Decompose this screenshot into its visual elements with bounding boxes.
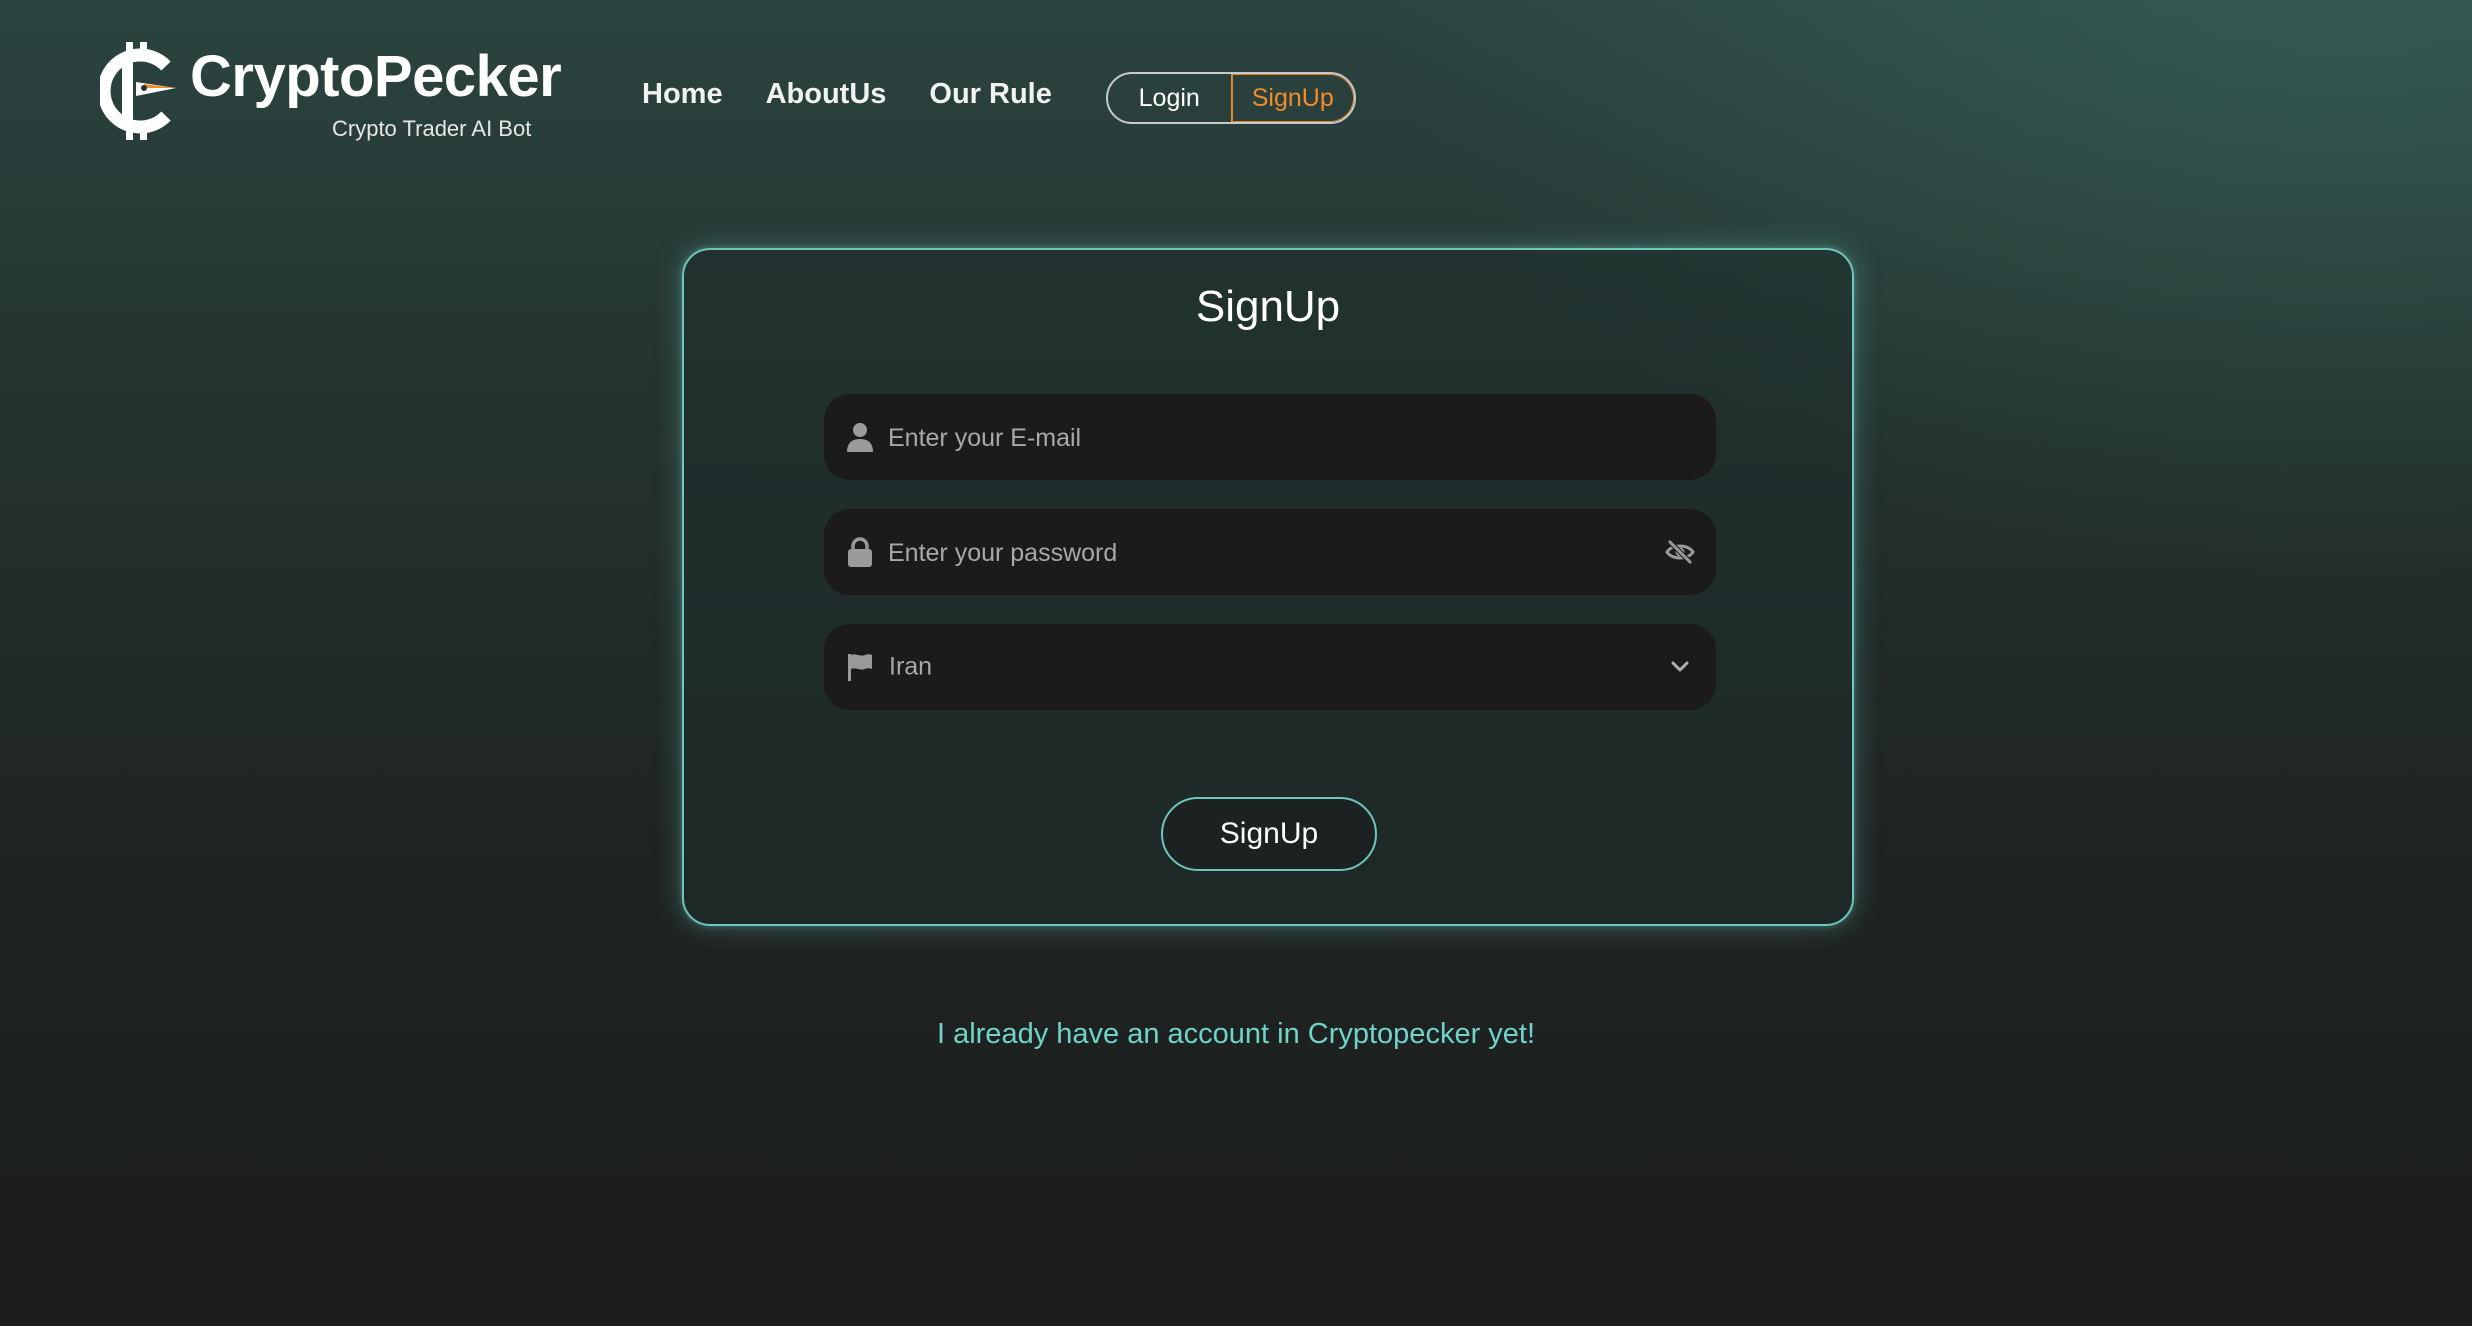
nav-item-our-rule[interactable]: Our Rule [929,78,1051,111]
signup-card: SignUp Iran SignUp [682,248,1854,926]
brand-tagline: Crypto Trader AI Bot [332,116,532,141]
nav-item-aboutus[interactable]: AboutUs [766,78,887,111]
password-field[interactable] [824,509,1716,597]
country-select[interactable]: Iran [824,624,1716,710]
flag-icon [848,654,872,681]
country-selected-value: Iran [889,652,933,681]
email-input[interactable] [886,394,1650,482]
lock-icon [848,537,872,567]
chevron-down-icon[interactable] [1664,653,1696,681]
password-input[interactable] [886,509,1650,597]
login-tab[interactable]: Login [1108,74,1231,122]
login-redirect-link[interactable]: I already have an account in Cryptopecke… [0,1018,2472,1051]
eye-slash-icon[interactable] [1664,538,1696,566]
signup-submit-button[interactable]: SignUp [1161,797,1377,871]
signup-tab[interactable]: SignUp [1230,74,1355,122]
user-icon [847,423,873,452]
email-field[interactable] [824,394,1716,482]
form-title: SignUp [1195,282,1341,331]
main-nav: Home AboutUs Our Rule [642,78,1052,111]
cryptopecker-logo-icon [100,42,176,140]
brand-name: CryptoPecker [190,44,562,109]
nav-item-home[interactable]: Home [642,78,723,111]
brand-logo[interactable]: CryptoPecker Crypto Trader AI Bot [100,40,562,145]
auth-toggle: Login SignUp [1106,72,1356,124]
